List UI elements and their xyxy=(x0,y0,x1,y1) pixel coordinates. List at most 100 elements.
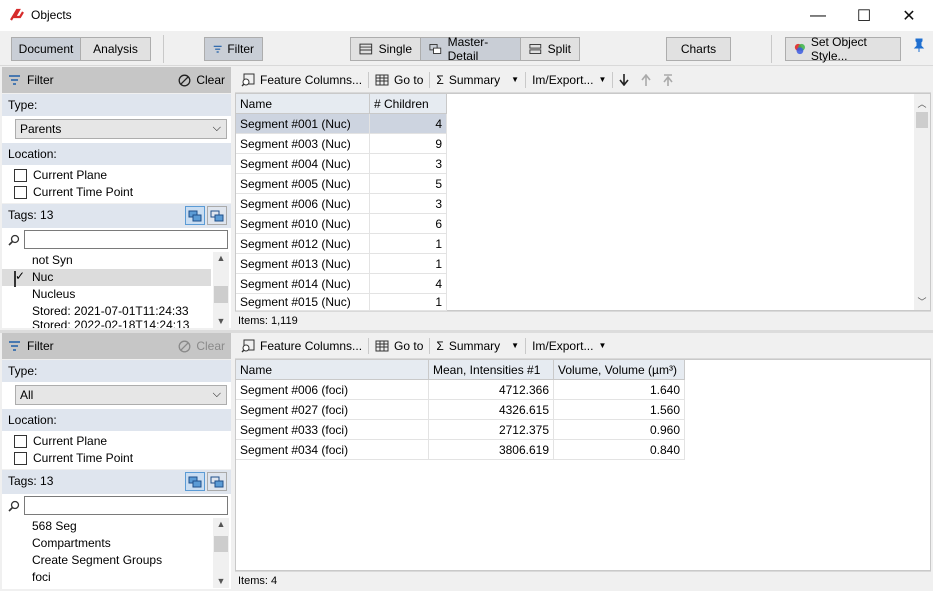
im-export-button[interactable]: Im/Export... ▼ xyxy=(526,67,612,92)
column-header-children[interactable]: # Children xyxy=(370,94,447,114)
table-cell-name[interactable]: Segment #034 (foci) xyxy=(236,440,429,460)
table-cell-name[interactable]: Segment #004 (Nuc) xyxy=(236,154,370,174)
tag-item[interactable]: Stored: 2021-07-01T11:24:33 xyxy=(32,303,189,320)
scroll-down-icon[interactable]: ▼ xyxy=(213,316,229,326)
top-filter-clear-button[interactable]: Clear xyxy=(178,73,225,87)
filter-toggle-button[interactable]: Filter xyxy=(204,37,263,61)
minimize-button[interactable]: — xyxy=(795,0,841,31)
bottom-current-time-option[interactable]: Current Time Point xyxy=(14,450,133,466)
tag-item[interactable]: not Syn xyxy=(32,252,73,269)
checkbox[interactable] xyxy=(14,434,27,448)
bottom-filter-clear-button[interactable]: Clear xyxy=(178,339,225,353)
table-cell-name[interactable]: Segment #033 (foci) xyxy=(236,420,429,440)
summary-button[interactable]: Σ Summary ▼ xyxy=(430,67,525,92)
table-cell-name[interactable]: Segment #005 (Nuc) xyxy=(236,174,370,194)
checkbox[interactable] xyxy=(14,451,27,465)
scroll-up-icon[interactable]: ︿ xyxy=(914,97,930,110)
checkbox[interactable] xyxy=(14,168,27,182)
table-cell-children[interactable]: 4 xyxy=(370,114,447,134)
tags-match-any-icon[interactable] xyxy=(207,206,227,225)
scroll-thumb[interactable] xyxy=(916,112,928,128)
table-cell-name[interactable]: Segment #027 (foci) xyxy=(236,400,429,420)
summary-button[interactable]: Σ Summary ▼ xyxy=(430,333,525,358)
table-cell-name[interactable]: Segment #006 (foci) xyxy=(236,380,429,400)
table-cell-volume[interactable]: 1.560 xyxy=(554,400,685,420)
document-tab[interactable]: Document xyxy=(12,38,81,60)
charts-button[interactable]: Charts xyxy=(666,37,731,61)
table-cell-children[interactable]: 6 xyxy=(370,214,447,234)
goto-button[interactable]: Go to xyxy=(369,67,429,92)
top-current-plane-option[interactable]: Current Plane xyxy=(14,167,107,183)
master-scrollbar[interactable]: ︿ ﹀ xyxy=(914,94,930,310)
scroll-down-icon[interactable]: ▼ xyxy=(213,576,229,586)
tag-item[interactable]: foci xyxy=(32,569,51,586)
table-cell-name[interactable]: Segment #012 (Nuc) xyxy=(236,234,370,254)
table-cell-children[interactable]: 5 xyxy=(370,174,447,194)
tag-item[interactable]: Create Segment Groups xyxy=(32,552,162,569)
table-cell-volume[interactable]: 0.960 xyxy=(554,420,685,440)
top-tags-scrollbar[interactable]: ▲ ▼ xyxy=(213,252,229,328)
top-current-time-option[interactable]: Current Time Point xyxy=(14,184,133,200)
table-cell-mean[interactable]: 4326.615 xyxy=(429,400,554,420)
feature-columns-button[interactable]: Feature Columns... xyxy=(235,67,368,92)
bottom-type-select[interactable]: All ⌵ xyxy=(15,385,227,405)
scroll-thumb[interactable] xyxy=(214,536,228,552)
tag-item[interactable]: 568 Seg xyxy=(32,518,77,535)
master-detail-layout-button[interactable]: Master-Detail xyxy=(421,35,521,63)
table-cell-mean[interactable]: 4712.366 xyxy=(429,380,554,400)
table-cell-mean[interactable]: 3806.619 xyxy=(429,440,554,460)
split-layout-button[interactable]: Split xyxy=(521,38,579,60)
table-cell-name[interactable]: Segment #013 (Nuc) xyxy=(236,254,370,274)
close-button[interactable]: ✕ xyxy=(886,0,932,31)
bottom-tags-search-input[interactable] xyxy=(24,496,228,515)
move-top-button[interactable] xyxy=(657,67,679,92)
table-cell-children[interactable]: 1 xyxy=(370,294,447,311)
column-header-volume[interactable]: Volume, Volume (µm³) xyxy=(554,360,685,380)
analysis-tab[interactable]: Analysis xyxy=(81,38,150,60)
tags-match-all-icon[interactable] xyxy=(185,472,205,491)
top-tags-search-input[interactable] xyxy=(24,230,228,249)
table-cell-name[interactable]: Segment #014 (Nuc) xyxy=(236,274,370,294)
checkbox[interactable] xyxy=(14,185,27,199)
goto-button[interactable]: Go to xyxy=(369,333,429,358)
table-cell-name[interactable]: Segment #001 (Nuc) xyxy=(236,114,370,134)
column-header-name[interactable]: Name xyxy=(236,360,429,380)
single-layout-button[interactable]: Single xyxy=(351,38,421,60)
im-export-button[interactable]: Im/Export... ▼ xyxy=(526,333,612,358)
maximize-button[interactable]: ☐ xyxy=(841,0,887,31)
move-up-button[interactable] xyxy=(635,67,657,92)
scroll-up-icon[interactable]: ▲ xyxy=(213,519,229,529)
table-cell-volume[interactable]: 1.640 xyxy=(554,380,685,400)
tags-match-any-icon[interactable] xyxy=(207,472,227,491)
tag-nuc-checkbox[interactable] xyxy=(14,271,16,287)
move-down-button[interactable] xyxy=(613,67,635,92)
set-object-style-button[interactable]: Set Object Style... xyxy=(785,35,901,63)
tag-item[interactable]: Compartments xyxy=(32,535,111,552)
table-cell-name[interactable]: Segment #015 (Nuc) xyxy=(236,294,370,311)
scroll-up-icon[interactable]: ▲ xyxy=(213,253,229,263)
column-header-mean-intensity[interactable]: Mean, Intensities #1 xyxy=(429,360,554,380)
table-cell-children[interactable]: 1 xyxy=(370,254,447,274)
tag-item[interactable]: Nucleus xyxy=(32,286,75,303)
tags-match-all-icon[interactable] xyxy=(185,206,205,225)
top-type-select[interactable]: Parents ⌵ xyxy=(15,119,227,139)
table-cell-name[interactable]: Segment #010 (Nuc) xyxy=(236,214,370,234)
table-cell-children[interactable]: 1 xyxy=(370,234,447,254)
bottom-tags-scrollbar[interactable]: ▲ ▼ xyxy=(213,518,229,588)
tag-item[interactable]: Nuc xyxy=(32,269,53,286)
table-cell-children[interactable]: 3 xyxy=(370,154,447,174)
bottom-current-plane-option[interactable]: Current Plane xyxy=(14,433,107,449)
scroll-thumb[interactable] xyxy=(214,286,228,303)
table-cell-name[interactable]: Segment #006 (Nuc) xyxy=(236,194,370,214)
table-cell-children[interactable]: 3 xyxy=(370,194,447,214)
column-header-name[interactable]: Name xyxy=(236,94,370,114)
feature-columns-button[interactable]: Feature Columns... xyxy=(235,333,368,358)
table-cell-children[interactable]: 9 xyxy=(370,134,447,154)
table-cell-volume[interactable]: 0.840 xyxy=(554,440,685,460)
table-cell-children[interactable]: 4 xyxy=(370,274,447,294)
pin-icon[interactable] xyxy=(913,38,925,52)
scroll-down-icon[interactable]: ﹀ xyxy=(914,295,930,308)
tag-item[interactable]: Stored: 2022-02-18T14:24:13 xyxy=(32,320,189,328)
table-cell-mean[interactable]: 2712.375 xyxy=(429,420,554,440)
table-cell-name[interactable]: Segment #003 (Nuc) xyxy=(236,134,370,154)
